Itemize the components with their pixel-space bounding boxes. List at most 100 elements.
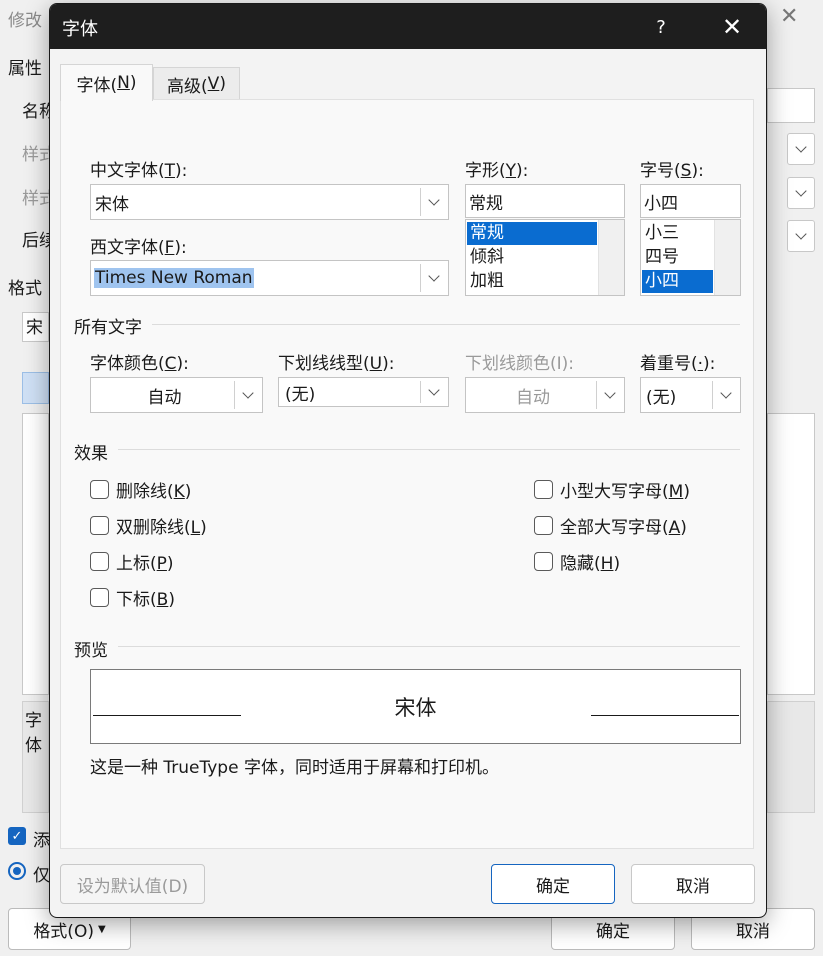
subscript-label-key: B xyxy=(156,590,169,610)
emphasis-dropdown-button[interactable] xyxy=(712,381,738,409)
list-item[interactable]: 常规 xyxy=(467,222,597,245)
font-dialog: 字体 ? ✕ 字体(N) 高级(V) 中文字体(T): 宋体 西文字体(F): … xyxy=(49,3,767,918)
bg-close-icon[interactable]: ✕ xyxy=(780,4,798,29)
bg-style-type-dropdown[interactable] xyxy=(787,133,815,165)
small-caps-label-key: M xyxy=(668,482,684,502)
bg-description-text: 字体 xyxy=(25,711,42,756)
align-left-icon[interactable] xyxy=(22,372,49,404)
list-item[interactable]: 四号 xyxy=(642,246,713,269)
tab-font-label: 字体( xyxy=(76,75,118,96)
style-label-key: Y xyxy=(505,161,517,181)
style-listbox[interactable]: 常规 倾斜 加粗 xyxy=(465,219,625,296)
preview-sample-text: 宋体 xyxy=(394,696,437,720)
small-caps-checkbox[interactable]: 小型大写字母(M) xyxy=(534,477,690,502)
double-strikethrough-label-text: 双删除线( xyxy=(116,518,191,538)
checkbox-box[interactable] xyxy=(534,552,553,571)
close-icon[interactable]: ✕ xyxy=(714,10,750,44)
bg-add-label: 添 xyxy=(33,831,50,851)
underline-style-combo[interactable]: (无) xyxy=(278,377,449,407)
tab-font-key: N xyxy=(117,73,130,93)
strikethrough-checkbox[interactable]: 删除线(K) xyxy=(90,477,191,502)
style-scrollbar[interactable] xyxy=(598,220,624,295)
font-color-value: 自动 xyxy=(147,387,182,408)
subscript-checkbox[interactable]: 下标(B) xyxy=(90,585,175,610)
bg-name-field[interactable] xyxy=(767,88,815,123)
chinese-font-combo[interactable]: 宋体 xyxy=(90,184,449,220)
size-scrollbar[interactable] xyxy=(714,220,740,295)
bg-description-box-right xyxy=(767,701,815,813)
tab-advanced-suffix: ) xyxy=(219,74,226,94)
all-caps-checkbox[interactable]: 全部大写字母(A) xyxy=(534,513,687,538)
preview-baseline-right xyxy=(591,715,739,716)
chevron-down-icon xyxy=(795,185,807,197)
emphasis-label-text: 着重号( xyxy=(640,354,698,374)
font-color-combo[interactable]: 自动 xyxy=(90,377,263,413)
bg-preview-area xyxy=(22,413,49,695)
chevron-down-icon xyxy=(427,270,440,282)
font-color-dropdown-button[interactable] xyxy=(234,381,260,409)
small-caps-label: 小型大写字母(M) xyxy=(560,477,690,502)
list-item[interactable]: 倾斜 xyxy=(467,246,597,269)
western-font-value-wrap: Times New Roman xyxy=(91,268,420,288)
set-default-button[interactable]: 设为默认值(D) xyxy=(60,864,205,904)
underline-style-label-key: U xyxy=(369,354,383,374)
tab-advanced[interactable]: 高级(V) xyxy=(153,67,240,100)
chevron-down-icon xyxy=(719,387,732,399)
checkbox-box[interactable] xyxy=(534,516,553,535)
all-caps-label-suffix: ) xyxy=(680,518,687,538)
double-strikethrough-label-key: L xyxy=(190,518,201,538)
preview-separator xyxy=(118,646,740,647)
size-label-text: 字号( xyxy=(640,161,681,181)
underline-color-combo[interactable]: 自动 xyxy=(465,377,625,413)
chevron-down-icon xyxy=(427,384,440,396)
tab-font[interactable]: 字体(N) xyxy=(60,64,153,101)
bg-name-label: 名称 xyxy=(22,102,49,122)
strikethrough-label-suffix: ) xyxy=(184,482,192,502)
checkbox-box[interactable] xyxy=(90,480,109,499)
double-strikethrough-checkbox[interactable]: 双删除线(L) xyxy=(90,513,207,538)
emphasis-combo[interactable]: (无) xyxy=(640,377,741,413)
subscript-label-suffix: ) xyxy=(168,590,175,610)
size-label-key: S xyxy=(680,161,692,181)
bg-style-base-label: 样式 xyxy=(22,189,49,209)
cancel-button[interactable]: 取消 xyxy=(631,864,755,904)
superscript-checkbox[interactable]: 上标(P) xyxy=(90,549,174,574)
check-icon: ✓ xyxy=(11,828,23,844)
checkbox-box[interactable] xyxy=(534,480,553,499)
help-icon[interactable]: ? xyxy=(646,12,676,42)
bg-style-base-dropdown[interactable] xyxy=(787,177,815,209)
list-item[interactable]: 小四 xyxy=(642,270,713,293)
bg-add-checkbox[interactable]: ✓ xyxy=(8,827,26,845)
bg-only-radio[interactable] xyxy=(8,862,26,880)
checkbox-box[interactable] xyxy=(90,588,109,607)
list-item[interactable]: 小三 xyxy=(642,222,713,245)
western-font-label-suffix: ): xyxy=(174,238,187,258)
checkbox-box[interactable] xyxy=(90,552,109,571)
strikethrough-label: 删除线(K) xyxy=(116,477,191,502)
bg-format-font-combo[interactable]: 宋 xyxy=(22,312,49,342)
ok-button[interactable]: 确定 xyxy=(491,864,615,904)
underline-style-dropdown-button[interactable] xyxy=(420,381,446,403)
chevron-down-icon xyxy=(795,228,807,240)
checkbox-box[interactable] xyxy=(90,516,109,535)
effects-separator xyxy=(118,449,740,450)
list-item[interactable]: 加粗 xyxy=(467,270,597,293)
western-font-combo[interactable]: Times New Roman xyxy=(90,260,449,296)
western-font-dropdown-button[interactable] xyxy=(420,264,446,292)
all-caps-label-key: A xyxy=(668,518,681,538)
underline-color-dropdown-button[interactable] xyxy=(596,381,622,409)
bg-follow-dropdown[interactable] xyxy=(787,220,815,252)
superscript-label-key: P xyxy=(156,554,167,574)
chevron-down-icon xyxy=(241,387,254,399)
caret-down-icon: ▼ xyxy=(97,923,106,935)
style-label-text: 字形( xyxy=(465,161,506,181)
chinese-font-dropdown-button[interactable] xyxy=(420,188,446,216)
bg-preview-area-right xyxy=(767,413,815,695)
chinese-font-value: 宋体 xyxy=(95,194,129,215)
font-color-label-key: C xyxy=(164,354,177,374)
size-input[interactable]: 小四 xyxy=(640,184,741,218)
size-listbox[interactable]: 小三 四号 小四 xyxy=(640,219,741,296)
style-input[interactable]: 常规 xyxy=(465,184,625,218)
hidden-checkbox[interactable]: 隐藏(H) xyxy=(534,549,620,574)
hidden-label: 隐藏(H) xyxy=(560,549,620,574)
